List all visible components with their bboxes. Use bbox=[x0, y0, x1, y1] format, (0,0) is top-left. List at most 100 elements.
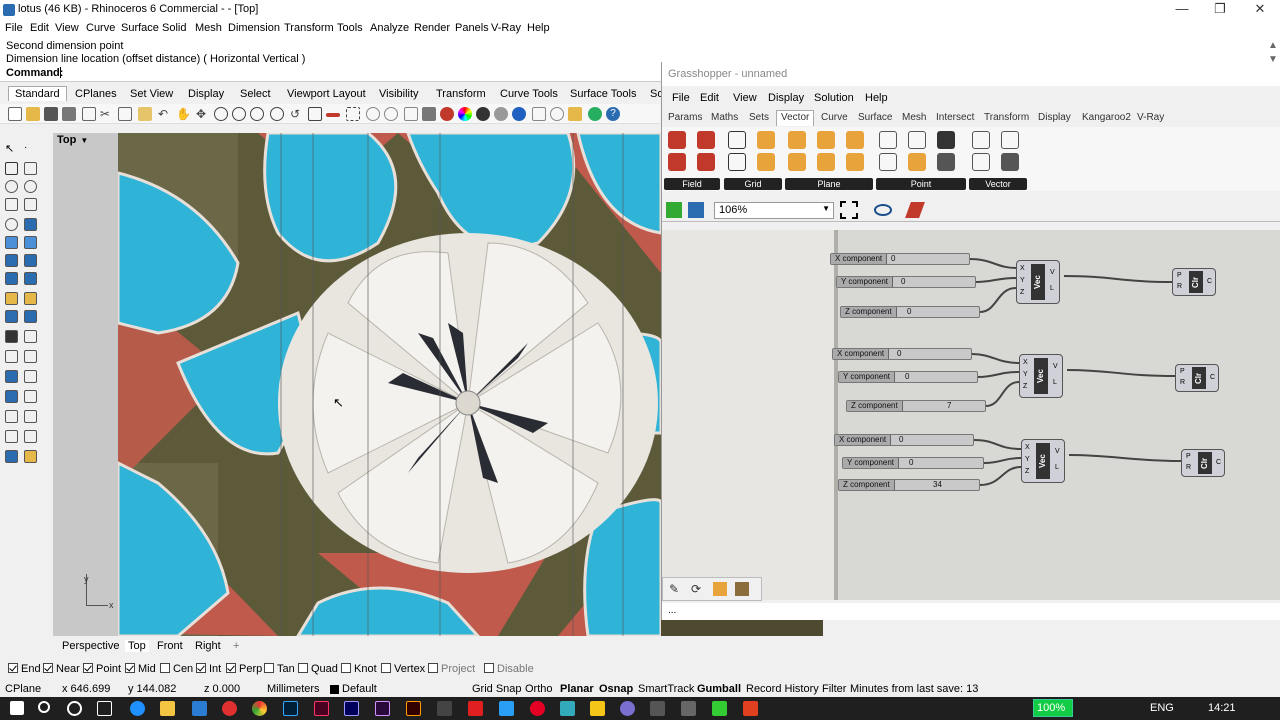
menu-edit[interactable]: Edit bbox=[30, 22, 49, 34]
bake-icon[interactable] bbox=[735, 582, 749, 596]
hide-icon[interactable] bbox=[404, 107, 418, 121]
tab-transform[interactable]: Transform bbox=[436, 88, 486, 100]
mesh-icon[interactable] bbox=[5, 272, 18, 285]
light-icon[interactable] bbox=[568, 107, 582, 121]
menu-mesh[interactable]: Mesh bbox=[195, 22, 222, 34]
boolean-icon[interactable] bbox=[5, 292, 18, 305]
menu-surface[interactable]: Surface bbox=[121, 22, 159, 34]
gh-menu-display[interactable]: Display bbox=[768, 92, 804, 104]
osnap-toggle[interactable]: Osnap bbox=[599, 683, 633, 695]
save-file-icon[interactable] bbox=[688, 202, 704, 218]
y-component-slider[interactable]: Y component 0 bbox=[838, 371, 978, 383]
recorder-icon[interactable] bbox=[743, 701, 758, 716]
zoom-selected-icon[interactable] bbox=[270, 107, 284, 121]
scale-icon[interactable] bbox=[5, 410, 18, 423]
move-icon[interactable] bbox=[5, 370, 18, 383]
indesign-icon[interactable] bbox=[314, 701, 329, 716]
x-component-slider[interactable]: X component 0 bbox=[834, 434, 974, 446]
menu-help[interactable]: Help bbox=[527, 22, 550, 34]
vector-xyz-component[interactable]: X Y Z Vec V L bbox=[1019, 354, 1063, 398]
tab-select[interactable]: Select bbox=[240, 88, 271, 100]
rect-grid-icon[interactable] bbox=[728, 153, 746, 171]
osnap-int[interactable]: Int bbox=[196, 663, 221, 675]
help-icon[interactable]: ? bbox=[606, 107, 620, 121]
menu-curve[interactable]: Curve bbox=[86, 22, 115, 34]
cut-icon[interactable]: ✂ bbox=[100, 107, 114, 121]
lightroom-icon[interactable] bbox=[499, 701, 514, 716]
trim-icon[interactable] bbox=[5, 350, 18, 363]
undo-icon[interactable]: ↶ bbox=[158, 107, 172, 121]
vector-xyz-component[interactable]: X Y Z Vec V L bbox=[1021, 439, 1065, 483]
z-component-slider[interactable]: Z component 0 bbox=[840, 306, 980, 318]
mail-icon[interactable] bbox=[192, 701, 207, 716]
z-component-slider[interactable]: Z component 7 bbox=[846, 400, 986, 412]
fillet-icon[interactable] bbox=[24, 292, 37, 305]
group-plane[interactable]: Plane bbox=[785, 178, 873, 190]
minimize-button[interactable]: — bbox=[1162, 0, 1202, 20]
chrome-icon[interactable] bbox=[252, 701, 267, 716]
gh-menu-help[interactable]: Help bbox=[865, 92, 888, 104]
curve-icon[interactable] bbox=[24, 162, 37, 175]
after-effects-icon[interactable] bbox=[344, 701, 359, 716]
tab-right[interactable]: Right bbox=[195, 640, 221, 652]
tab-front[interactable]: Front bbox=[157, 640, 183, 652]
osnap-perp[interactable]: Perp bbox=[226, 663, 262, 675]
cplane-label[interactable]: CPlane bbox=[5, 683, 41, 695]
rhino-taskbar-icon-3[interactable] bbox=[681, 701, 696, 716]
windows-start-icon[interactable] bbox=[10, 701, 24, 715]
tab-cplanes[interactable]: CPlanes bbox=[75, 88, 117, 100]
layer-icon[interactable] bbox=[440, 107, 454, 121]
gh-tab-vector[interactable]: Vector bbox=[776, 110, 815, 126]
adobe-app-icon[interactable] bbox=[375, 701, 390, 716]
tab-curve-tools[interactable]: Curve Tools bbox=[500, 88, 558, 100]
mirror-icon[interactable] bbox=[24, 390, 37, 403]
tab-standard[interactable]: Standard bbox=[8, 86, 67, 101]
gh-menu-view[interactable]: View bbox=[733, 92, 757, 104]
text-icon[interactable] bbox=[5, 430, 18, 443]
group-grid[interactable]: Grid bbox=[724, 178, 782, 190]
lock-icon[interactable] bbox=[422, 107, 436, 121]
construct-plane-icon[interactable] bbox=[817, 131, 835, 149]
gh-tab-maths[interactable]: Maths bbox=[711, 112, 738, 123]
loft-icon[interactable] bbox=[24, 236, 37, 249]
menu-vray[interactable]: V-Ray bbox=[491, 22, 521, 34]
osnap-tan[interactable]: Tan bbox=[264, 663, 295, 675]
unit-vector-icon[interactable] bbox=[972, 131, 990, 149]
sticky-notes-icon[interactable] bbox=[590, 701, 605, 716]
grasshopper-icon[interactable] bbox=[588, 107, 602, 121]
populate-icon[interactable] bbox=[757, 153, 775, 171]
vector-2pt-icon[interactable] bbox=[1001, 131, 1019, 149]
gh-menu-edit[interactable]: Edit bbox=[700, 92, 719, 104]
tab-top[interactable]: Top bbox=[125, 640, 149, 652]
gh-tab-params[interactable]: Params bbox=[668, 112, 702, 123]
zoom-dropdown[interactable]: 106% ▼ bbox=[714, 202, 834, 219]
preview-eye-icon[interactable] bbox=[874, 204, 892, 216]
colour-component[interactable]: P R Clr C bbox=[1175, 364, 1219, 392]
planar-toggle[interactable]: Planar bbox=[560, 683, 594, 695]
construct-point-icon[interactable] bbox=[879, 131, 897, 149]
photoshop-icon[interactable] bbox=[283, 701, 298, 716]
app-circle-icon[interactable] bbox=[620, 701, 635, 716]
tab-surface-tools[interactable]: Surface Tools bbox=[570, 88, 636, 100]
menu-analyze[interactable]: Analyze bbox=[370, 22, 409, 34]
osnap-mid[interactable]: Mid bbox=[125, 663, 156, 675]
polyline-icon[interactable] bbox=[5, 162, 18, 175]
grid-snap-toggle[interactable]: Grid Snap bbox=[472, 683, 522, 695]
closest-point-icon[interactable] bbox=[937, 131, 955, 149]
osnap-end[interactable]: End bbox=[8, 663, 41, 675]
copy-tool-icon[interactable] bbox=[24, 370, 37, 383]
group-vector[interactable]: Vector bbox=[969, 178, 1027, 190]
sphere-icon[interactable] bbox=[24, 254, 37, 267]
menu-solid[interactable]: Solid bbox=[162, 22, 186, 34]
surface-icon[interactable] bbox=[5, 236, 18, 249]
colour-component[interactable]: P R Clr C bbox=[1181, 449, 1225, 477]
cull-duplicates-icon[interactable] bbox=[937, 153, 955, 171]
menu-panels[interactable]: Panels bbox=[455, 22, 489, 34]
paint-tool-icon[interactable]: ✎ bbox=[669, 582, 683, 596]
point-icon[interactable]: · bbox=[24, 142, 37, 155]
camtasia-icon[interactable] bbox=[712, 701, 727, 716]
gumball-toggle[interactable]: Gumball bbox=[697, 683, 741, 695]
menu-file[interactable]: File bbox=[5, 22, 23, 34]
render-icon[interactable] bbox=[476, 107, 490, 121]
hex-grid-icon[interactable] bbox=[757, 131, 775, 149]
